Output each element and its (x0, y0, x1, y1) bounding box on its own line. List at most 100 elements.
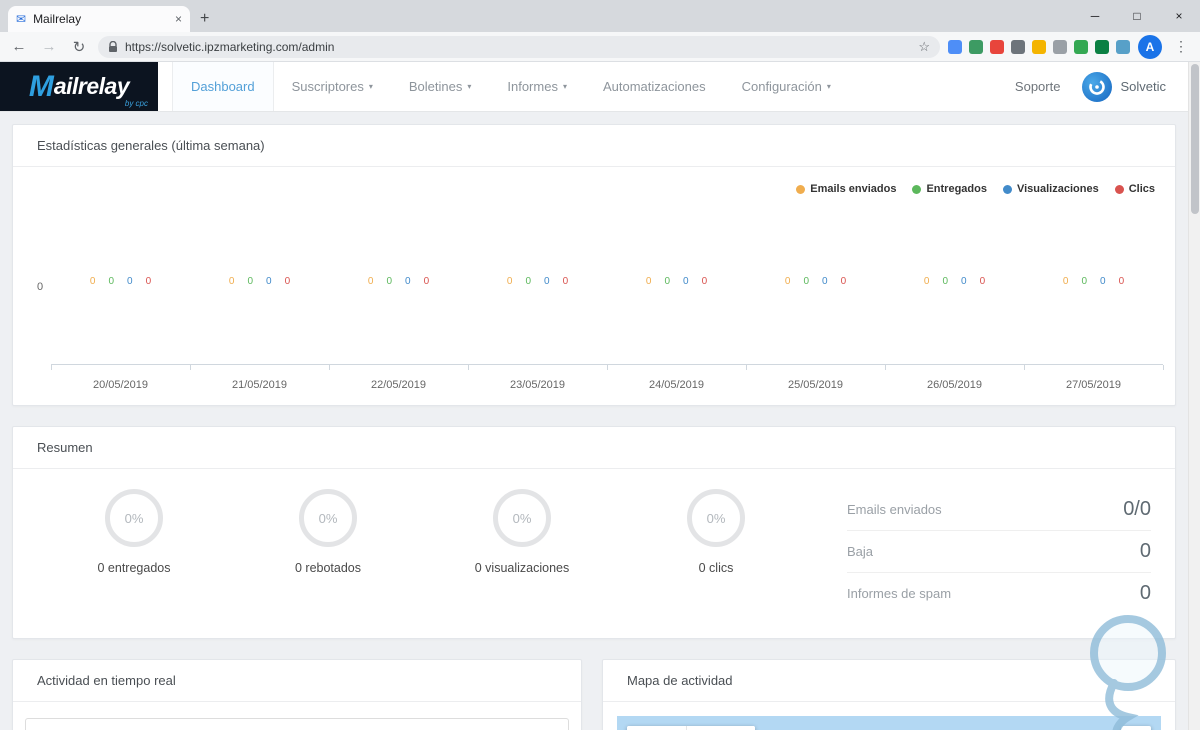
profile-avatar[interactable]: A (1138, 34, 1162, 59)
legend-item-entregados[interactable]: Entregados (912, 183, 987, 195)
address-bar[interactable]: https://solvetic.ipzmarketing.com/admin … (98, 35, 940, 58)
scrollbar-thumb[interactable] (1191, 64, 1199, 214)
account-button[interactable]: Solvetic (1082, 71, 1166, 102)
chevron-down-icon: ▾ (467, 82, 472, 91)
point-value-label: 0 (228, 276, 235, 287)
point-value-label: 0 (544, 276, 550, 287)
x-axis-label: 26/05/2019 (926, 379, 983, 391)
stat-row-emails-enviados: Emails enviados 0/0 (847, 489, 1151, 531)
bookmark-star-icon[interactable]: ☆ (918, 39, 930, 55)
x-axis-label: 25/05/2019 (787, 379, 844, 391)
nav-item-label: Dashboard (191, 79, 255, 94)
tab-close-icon[interactable]: × (175, 12, 182, 26)
activity-map[interactable]: Mapa Satélite (617, 716, 1161, 730)
point-value-label: 0 (506, 276, 513, 287)
extension-icon-8[interactable] (1095, 39, 1109, 54)
nav-item-boletines[interactable]: Boletines ▾ (391, 62, 490, 111)
x-axis-label: 23/05/2019 (509, 379, 566, 391)
x-axis-label: 20/05/2019 (92, 379, 149, 391)
point-label-group: 0 0 0 0 (607, 276, 746, 287)
extension-icon-1[interactable] (948, 39, 962, 54)
nav-item-label: Configuración (741, 79, 822, 94)
legend-item-visualizaciones[interactable]: Visualizaciones (1002, 183, 1099, 195)
point-label-group: 0 0 0 0 (1024, 276, 1163, 287)
page-scrollbar[interactable] (1188, 62, 1200, 730)
point-value-label: 0 (961, 276, 967, 287)
summary-card-title: Resumen (13, 427, 1175, 469)
point-value-label: 0 (89, 276, 96, 287)
stat-label: Informes de spam (847, 586, 952, 601)
point-value-label: 0 (683, 276, 689, 287)
browser-titlebar: ✉ Mailrelay × + ─ □ × (0, 0, 1200, 32)
extensions-area (948, 39, 1130, 54)
extension-icon-2[interactable] (969, 39, 983, 54)
axis-tick (885, 365, 886, 370)
map-view-button[interactable]: Mapa (627, 726, 686, 730)
browser-menu-icon[interactable]: ⋮ (1170, 38, 1192, 55)
stat-value: 0/0 (1123, 498, 1151, 520)
point-value-label: 0 (367, 276, 374, 287)
stat-row-informes-spam: Informes de spam 0 (847, 573, 1151, 614)
support-link[interactable]: Soporte (1015, 79, 1061, 94)
point-value-label: 0 (923, 276, 930, 287)
point-value-label: 0 (979, 276, 986, 287)
extension-icon-4[interactable] (1011, 39, 1025, 54)
donut-label: 0 rebotados (294, 561, 362, 575)
maximize-button[interactable]: □ (1116, 0, 1158, 32)
axis-tick (190, 365, 191, 370)
extension-icon-3[interactable] (990, 39, 1004, 54)
legend-item-clics[interactable]: Clics (1114, 183, 1155, 195)
stat-label: Emails enviados (847, 502, 942, 517)
lock-icon[interactable] (108, 40, 118, 53)
tab-title: Mailrelay (33, 12, 82, 26)
forward-button[interactable]: → (38, 38, 60, 55)
activity-body: No hay actividad reciente. (13, 702, 581, 730)
donut-ring: 0% (299, 489, 357, 547)
point-value-label: 0 (784, 276, 791, 287)
extension-icon-9[interactable] (1116, 39, 1130, 54)
satellite-view-button[interactable]: Satélite (685, 726, 755, 730)
close-button[interactable]: × (1158, 0, 1200, 32)
chevron-down-icon: ▾ (826, 82, 831, 91)
legend-label: Clics (1128, 183, 1155, 195)
nav-item-dashboard[interactable]: Dashboard (172, 62, 274, 111)
minimize-button[interactable]: ─ (1074, 0, 1116, 32)
legend-item-emails-enviados[interactable]: Emails enviados (796, 183, 896, 195)
reload-button[interactable]: ↻ (68, 38, 90, 56)
point-value-label: 0 (386, 276, 392, 287)
point-value-label: 0 (145, 276, 152, 287)
nav-item-informes[interactable]: Informes ▾ (489, 62, 585, 111)
url-text: https://solvetic.ipzmarketing.com/admin (125, 39, 335, 54)
point-value-label: 0 (266, 276, 272, 287)
donut-ring: 0% (105, 489, 163, 547)
mailrelay-logo[interactable]: Mailrelay by cpc (0, 62, 158, 111)
extension-icon-6[interactable] (1053, 39, 1067, 54)
axis-tick (1024, 365, 1025, 370)
extension-icon-5[interactable] (1032, 39, 1046, 54)
bottom-row: Actividad en tiempo real No hay activida… (0, 659, 1188, 730)
browser-tab[interactable]: ✉ Mailrelay × (8, 6, 190, 32)
new-tab-button[interactable]: + (200, 10, 209, 28)
chart-legend: Emails enviados Entregados Visualizaciones… (796, 183, 1155, 195)
donut-percent: 0% (512, 510, 532, 526)
nav-item-suscriptores[interactable]: Suscriptores ▾ (274, 62, 391, 111)
donut-clics: 0% 0 clics (619, 489, 813, 575)
tab-favicon-icon: ✉ (16, 12, 27, 26)
extension-icon-7[interactable] (1074, 39, 1088, 54)
donut-ring: 0% (493, 489, 551, 547)
legend-label: Emails enviados (810, 183, 897, 195)
map-body: Mapa Satélite (603, 702, 1175, 730)
point-value-label: 0 (803, 276, 809, 287)
activity-card-title: Actividad en tiempo real (13, 660, 581, 702)
donut-label: 0 visualizaciones (474, 561, 570, 575)
point-value-label: 0 (108, 276, 114, 287)
back-button[interactable]: ← (8, 38, 30, 55)
nav-item-automatizaciones[interactable]: Automatizaciones (585, 62, 724, 111)
point-value-label: 0 (645, 276, 652, 287)
nav-item-configuracion[interactable]: Configuración ▾ (724, 62, 849, 111)
point-value-label: 0 (1100, 276, 1106, 287)
chevron-down-icon: ▾ (368, 82, 373, 91)
fullscreen-button[interactable] (1121, 726, 1151, 730)
point-value-label: 0 (942, 276, 948, 287)
nav-item-label: Informes (507, 79, 558, 94)
